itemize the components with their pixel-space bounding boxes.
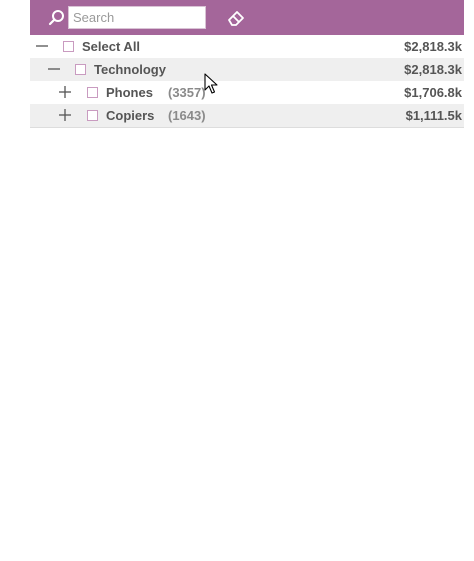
technology-label: Technology	[94, 62, 166, 77]
tree-row-phones[interactable]: Phones (3357) $1,706.8k	[30, 81, 464, 104]
copiers-value: $1,111.5k	[405, 108, 462, 123]
slicer-panel: Select All $2,818.3k Technology $2,818.3…	[30, 0, 464, 128]
collapse-icon[interactable]	[35, 39, 49, 53]
select-all-value: $2,818.3k	[404, 39, 462, 54]
technology-value: $2,818.3k	[404, 62, 462, 77]
tree-row-copiers[interactable]: Copiers (1643) $1,111.5k	[30, 104, 464, 128]
phones-count: (3357)	[168, 85, 206, 100]
phones-label: Phones	[106, 85, 153, 100]
technology-checkbox[interactable]	[75, 64, 86, 75]
phones-value: $1,706.8k	[404, 85, 462, 100]
copiers-count: (1643)	[168, 108, 206, 123]
tree-row-technology[interactable]: Technology $2,818.3k	[30, 58, 464, 81]
expand-icon[interactable]	[58, 108, 72, 122]
copiers-label: Copiers	[106, 108, 155, 123]
expand-icon[interactable]	[58, 85, 72, 99]
copiers-checkbox[interactable]	[87, 110, 98, 121]
slicer-toolbar	[30, 0, 464, 35]
select-all-label: Select All	[82, 39, 141, 54]
collapse-icon[interactable]	[47, 62, 61, 76]
search-icon	[48, 10, 64, 26]
select-all-checkbox[interactable]	[63, 41, 74, 52]
tree-row-select-all[interactable]: Select All $2,818.3k	[30, 35, 464, 58]
search-input[interactable]	[68, 6, 206, 29]
eraser-icon[interactable]	[226, 9, 246, 27]
phones-checkbox[interactable]	[87, 87, 98, 98]
